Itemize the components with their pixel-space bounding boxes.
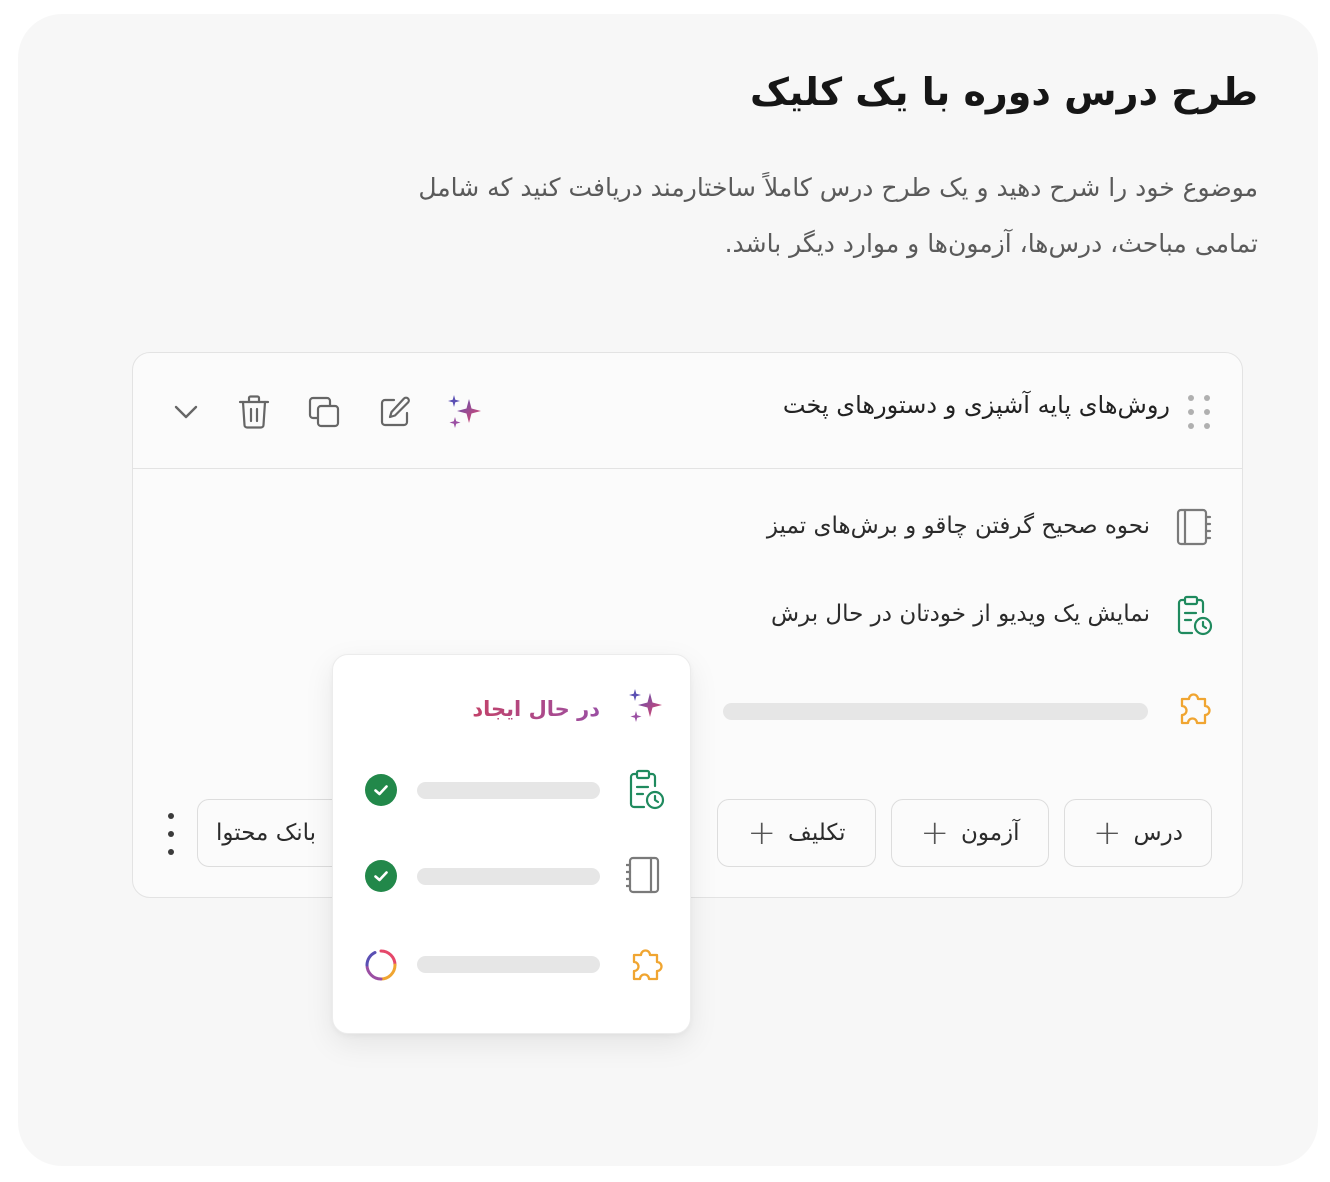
add-lesson-button[interactable]: درس + [1064,799,1212,867]
generation-status: در حال ایجاد [472,697,600,721]
add-quiz-label: آزمون [960,820,1020,846]
loading-spinner-icon [363,947,399,983]
module-item-label: نمایش یک ویدیو از خودتان در حال برش [770,601,1150,627]
puzzle-icon [626,943,664,983]
check-icon [365,774,397,806]
plus-icon: + [920,813,949,853]
page-description: موضوع خود را شرح دهید و یک طرح درس کاملا… [418,173,1258,258]
delete-icon[interactable] [235,393,273,431]
generation-popup: در حال ایجاد [332,654,691,1034]
loading-placeholder [417,782,600,799]
content-bank-label: بانک محتوا [216,820,317,846]
plus-icon: + [1093,813,1122,853]
edit-icon[interactable] [376,393,414,431]
notebook-icon [1174,507,1212,547]
sparkles-icon [626,687,664,727]
check-icon [365,860,397,892]
add-quiz-button[interactable]: آزمون + [891,799,1049,867]
clipboard-clock-icon [626,769,665,810]
loading-placeholder [417,956,600,973]
module-item-label: نحوه صحیح گرفتن چاقو و برش‌های تمیز [766,513,1150,539]
page-title: طرح درس دوره با یک کلیک [750,70,1258,114]
drag-handle-icon[interactable] [1188,395,1212,429]
notebook-icon [625,855,664,895]
module-title: روش‌های پایه آشپزی و دستورهای پخت [782,391,1170,419]
puzzle-icon [1174,687,1212,727]
plus-icon: + [747,813,777,853]
add-assignment-button[interactable]: تکلیف + [717,799,876,867]
loading-placeholder [723,703,1148,720]
module-header: روش‌های پایه آشپزی و دستورهای پخت [133,353,1242,469]
duplicate-icon[interactable] [305,393,343,431]
add-assignment-label: تکلیف [788,820,846,846]
chevron-down-icon[interactable] [167,393,205,431]
sparkles-icon[interactable] [445,393,483,431]
clipboard-clock-icon [1174,595,1213,636]
add-lesson-label: درس [1133,820,1183,846]
loading-placeholder [417,868,600,885]
more-options-icon[interactable] [163,813,179,855]
